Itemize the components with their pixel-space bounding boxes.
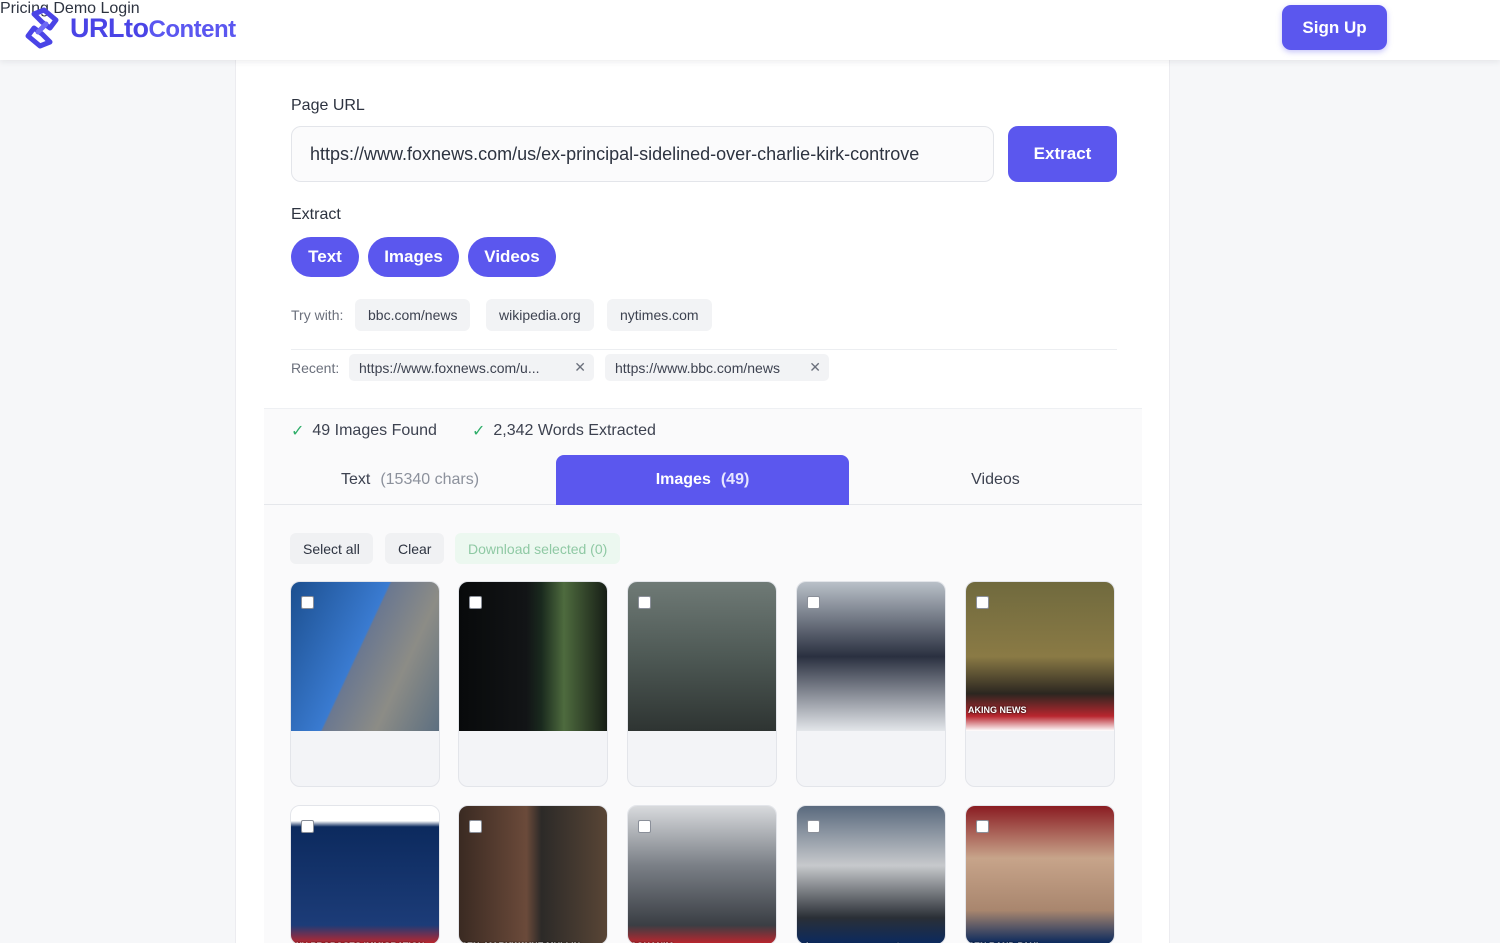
- image-tile[interactable]: when you say you want: [796, 805, 946, 943]
- try-label: Try with:: [291, 307, 344, 323]
- recent-url: https://www.foxnews.com/u...: [359, 359, 540, 376]
- try-site-wikipedia[interactable]: wikipedia.org: [486, 299, 594, 331]
- thumbnail-caption: AKING NEWS: [968, 705, 1027, 715]
- image-tile[interactable]: AKING NEWS: [965, 581, 1115, 787]
- image-tile[interactable]: SEN RAND PAUL: [965, 805, 1115, 943]
- recent-item[interactable]: https://www.bbc.com/news ✕: [605, 354, 829, 381]
- try-site-nytimes[interactable]: nytimes.com: [607, 299, 712, 331]
- tab-text[interactable]: Text (15340 chars): [264, 455, 556, 505]
- select-checkbox[interactable]: [301, 596, 314, 609]
- select-checkbox[interactable]: [807, 820, 820, 833]
- mode-images-pill[interactable]: Images: [368, 237, 459, 277]
- result-tabs: Text (15340 chars) Images (49) Videos: [264, 455, 1142, 505]
- tab-images[interactable]: Images (49): [556, 455, 849, 505]
- select-all-button[interactable]: Select all: [290, 533, 373, 564]
- select-checkbox[interactable]: [469, 596, 482, 609]
- select-checkbox[interactable]: [976, 596, 989, 609]
- close-icon[interactable]: ✕: [574, 359, 586, 376]
- close-icon[interactable]: ✕: [809, 359, 821, 376]
- url-input[interactable]: https://www.foxnews.com/us/ex-principal-…: [291, 126, 994, 182]
- url-label: Page URL: [291, 97, 365, 114]
- select-checkbox[interactable]: [301, 820, 314, 833]
- tab-videos[interactable]: Videos: [849, 455, 1142, 505]
- mode-text-pill[interactable]: Text: [291, 237, 359, 277]
- extract-label: Extract: [291, 206, 341, 223]
- extract-button[interactable]: Extract: [1008, 126, 1117, 182]
- recent-url: https://www.bbc.com/news: [615, 359, 780, 376]
- images-found-stat: ✓ 49 Images Found: [291, 422, 437, 440]
- words-extracted-stat: ✓ 2,342 Words Extracted: [472, 422, 656, 440]
- image-tile[interactable]: WH PROPOSES IMMIGRATION: [290, 805, 440, 943]
- download-selected-button[interactable]: Download selected (0): [455, 533, 621, 564]
- app-header: URLtoContent Pricing Demo Login Sign Up: [0, 0, 1500, 60]
- divider: [291, 349, 1117, 350]
- logo[interactable]: URLtoContent: [20, 6, 236, 50]
- image-tile[interactable]: [458, 581, 608, 787]
- link-logo-icon: [25, 7, 59, 49]
- recent-item[interactable]: https://www.foxnews.com/u... ✕: [349, 354, 594, 381]
- select-checkbox[interactable]: [469, 820, 482, 833]
- select-checkbox[interactable]: [638, 820, 651, 833]
- mode-videos-pill[interactable]: Videos: [468, 237, 556, 277]
- signup-button[interactable]: Sign Up: [1282, 5, 1387, 50]
- check-icon: ✓: [291, 423, 305, 440]
- image-tile[interactable]: SEN. MARKWAYNE MULLIN: [458, 805, 608, 943]
- image-tile[interactable]: [796, 581, 946, 787]
- select-checkbox[interactable]: [807, 596, 820, 609]
- try-site-bbc[interactable]: bbc.com/news: [355, 299, 471, 331]
- select-checkbox[interactable]: [976, 820, 989, 833]
- image-tile[interactable]: [290, 581, 440, 787]
- clear-button[interactable]: Clear: [385, 533, 445, 564]
- image-tile[interactable]: [627, 581, 777, 787]
- select-checkbox[interactable]: [638, 596, 651, 609]
- brand-name: URLtoContent: [70, 12, 236, 43]
- check-icon: ✓: [472, 423, 486, 440]
- recent-label: Recent:: [291, 360, 340, 376]
- image-tile[interactable]: COHANIM: [627, 805, 777, 943]
